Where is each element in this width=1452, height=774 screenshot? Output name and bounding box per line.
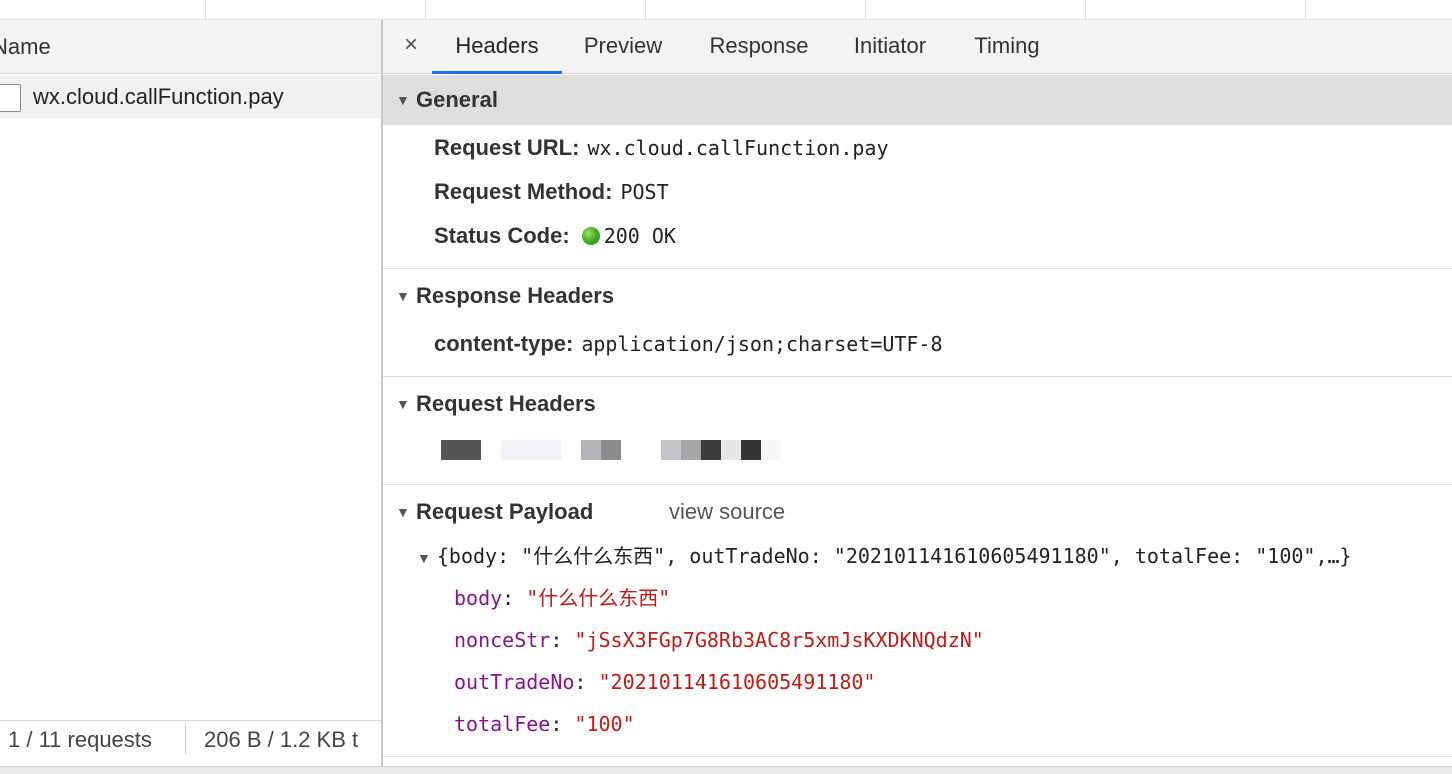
payload-field-outtradeno: outTradeNo: "202101141610605491180" xyxy=(454,670,876,694)
field-value: "jSsX3FGp7G8Rb3AC8r5xmJsKXDKNQdzN" xyxy=(574,628,984,652)
redacted-block xyxy=(441,440,481,460)
document-icon xyxy=(0,84,21,112)
request-method-value: POST xyxy=(620,180,669,204)
request-details-pane: × Headers Preview Response Initiator Tim… xyxy=(383,20,1452,766)
field-key: nonceStr xyxy=(454,628,551,652)
payload-field-body: body: "什么什么东西" xyxy=(454,586,671,610)
expand-triangle-icon: ▼ xyxy=(396,504,410,520)
redacted-block xyxy=(761,440,781,460)
status-code-row: Status Code: 200 OK xyxy=(434,216,676,256)
tab-initiator[interactable]: Initiator xyxy=(842,20,938,74)
redacted-block xyxy=(721,440,741,460)
request-method-label: Request Method: xyxy=(434,179,613,204)
request-name: wx.cloud.callFunction.pay xyxy=(33,84,284,109)
section-divider xyxy=(383,268,1452,269)
tab-headers[interactable]: Headers xyxy=(432,20,562,74)
request-payload-section-header[interactable]: ▼ Request Payload view source xyxy=(383,487,1452,537)
timeline-tick xyxy=(1305,0,1306,20)
field-value: "100" xyxy=(574,712,635,736)
timeline-tick xyxy=(1085,0,1086,20)
payload-field-noncestr: nonceStr: "jSsX3FGp7G8Rb3AC8r5xmJsKXDKNQ… xyxy=(454,628,984,652)
name-column-header[interactable]: Name xyxy=(0,20,381,74)
network-summary-bar: 1 / 11 requests 206 B / 1.2 KB t xyxy=(0,720,381,766)
payload-field-totalfee: totalFee: "100" xyxy=(454,712,635,736)
redacted-block xyxy=(501,440,561,460)
view-source-link[interactable]: view source xyxy=(669,487,785,537)
timeline-tick xyxy=(205,0,206,20)
devtools-network-panel: Name wx.cloud.callFunction.pay 1 / 11 re… xyxy=(0,0,1452,774)
redacted-block xyxy=(601,440,621,460)
response-headers-title: Response Headers xyxy=(416,283,615,308)
content-type-row: content-type: application/json;charset=UT… xyxy=(434,324,943,364)
payload-summary-text: {body: "什么什么东西", outTradeNo: "2021011416… xyxy=(436,544,1352,568)
field-key: body xyxy=(454,586,503,610)
expand-triangle-icon: ▼ xyxy=(396,396,410,412)
redacted-block xyxy=(681,440,701,460)
status-ok-dot-icon xyxy=(581,227,600,245)
status-code-label: Status Code: xyxy=(434,223,570,248)
redacted-block xyxy=(661,440,681,460)
section-divider xyxy=(383,376,1452,377)
request-headers-section-header[interactable]: ▼ Request Headers xyxy=(383,379,1452,429)
request-count: 1 / 11 requests xyxy=(8,727,152,752)
redacted-block xyxy=(701,440,721,460)
redacted-block xyxy=(581,440,601,460)
request-url-label: Request URL: xyxy=(434,135,580,160)
timeline-tick xyxy=(425,0,426,20)
expand-triangle-icon: ▼ xyxy=(417,550,431,566)
content-type-label: content-type: xyxy=(434,331,574,356)
field-value: "202101141610605491180" xyxy=(598,670,876,694)
summary-divider xyxy=(185,724,186,754)
request-list-pane: Name wx.cloud.callFunction.pay 1 / 11 re… xyxy=(0,20,381,766)
response-headers-section-header[interactable]: ▼ Response Headers xyxy=(383,271,1452,321)
section-divider xyxy=(383,756,1452,757)
request-url-row: Request URL: wx.cloud.callFunction.pay xyxy=(434,128,888,168)
tab-preview[interactable]: Preview xyxy=(570,20,676,74)
content-type-value: application/json;charset=UTF-8 xyxy=(581,332,943,356)
expand-triangle-icon: ▼ xyxy=(396,92,410,108)
field-value: "什么什么东西" xyxy=(526,586,671,610)
name-column-label: Name xyxy=(0,34,51,59)
status-code-value: 200 OK xyxy=(603,224,676,248)
close-icon[interactable]: × xyxy=(398,32,424,58)
timeline-tick xyxy=(865,0,866,20)
tab-response[interactable]: Response xyxy=(694,20,824,74)
field-key: outTradeNo xyxy=(454,670,575,694)
request-url-value: wx.cloud.callFunction.pay xyxy=(587,136,889,160)
request-method-row: Request Method: POST xyxy=(434,172,669,212)
drawer-bottom-edge xyxy=(0,766,1452,774)
request-payload-title: Request Payload xyxy=(416,499,594,524)
transferred-size: 206 B / 1.2 KB t xyxy=(204,727,359,752)
request-headers-title: Request Headers xyxy=(416,391,596,416)
tab-timing[interactable]: Timing xyxy=(962,20,1052,74)
timeline-overview[interactable] xyxy=(0,0,1452,20)
expand-triangle-icon: ▼ xyxy=(396,288,410,304)
payload-object-summary[interactable]: ▼ {body: "什么什么东西", outTradeNo: "202101141… xyxy=(417,535,1352,577)
section-divider xyxy=(383,484,1452,485)
request-row[interactable]: wx.cloud.callFunction.pay xyxy=(0,75,381,118)
field-key: totalFee xyxy=(454,712,551,736)
details-tabbar: × Headers Preview Response Initiator Tim… xyxy=(383,20,1452,74)
timeline-tick xyxy=(645,0,646,20)
redacted-block xyxy=(741,440,761,460)
general-section-header[interactable]: ▼ General xyxy=(383,75,1452,125)
general-section-title: General xyxy=(416,87,498,112)
